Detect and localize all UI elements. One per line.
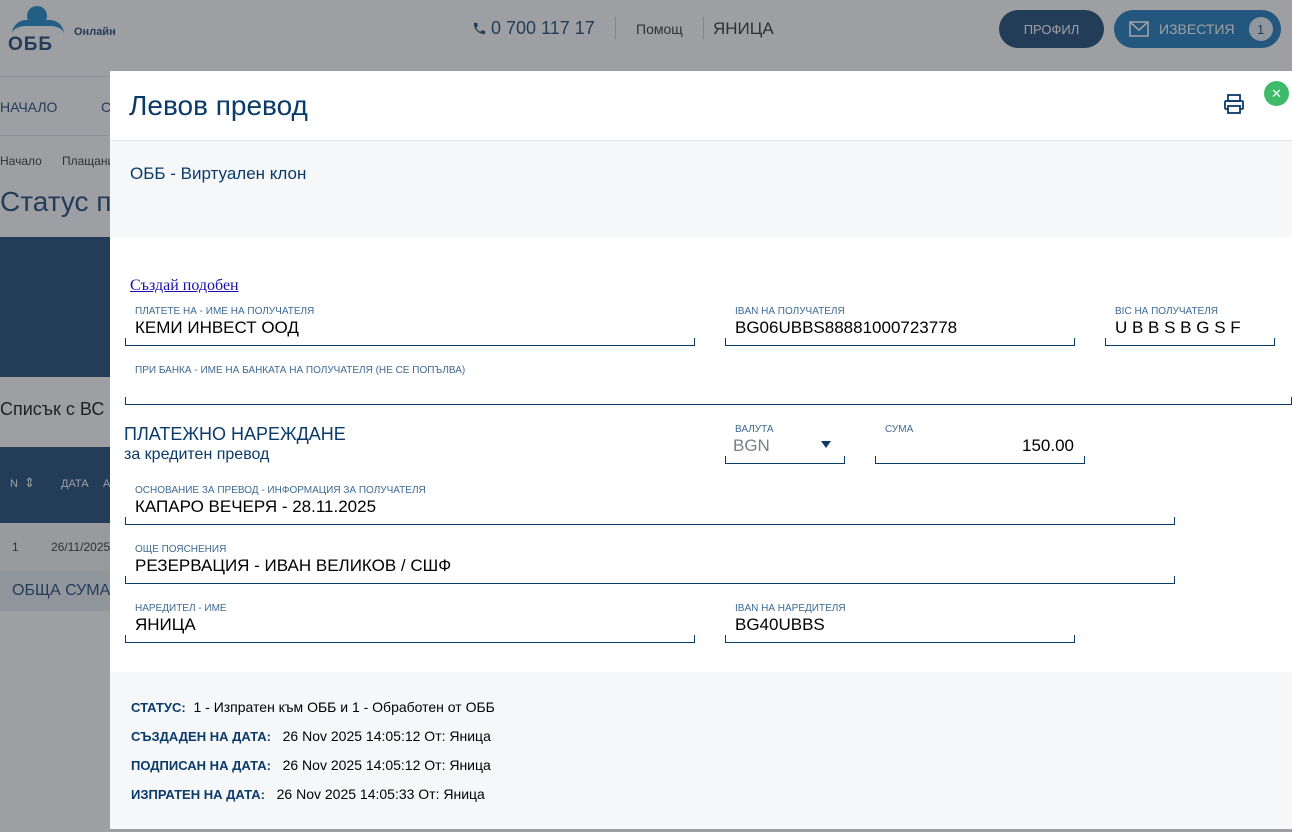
branch-name: ОББ - Виртуален клон [130, 164, 307, 183]
status-label: СТАТУС: [131, 700, 186, 715]
sent-label: ИЗПРАТЕН НА ДАТА: [131, 787, 265, 802]
field-value: ЯНИЦА [135, 615, 196, 634]
field-label: IBAN НА ПОЛУЧАТЕЛЯ [735, 306, 845, 317]
field-label: ОСНОВАНИЕ ЗА ПРЕВОД - ИНФОРМАЦИЯ ЗА ПОЛУ… [135, 485, 426, 496]
modal-header: Левов превод ✕ [110, 71, 1292, 141]
orderer-iban-field[interactable]: IBAN НА НАРЕДИТЕЛЯ BG40UBBS [725, 603, 1075, 643]
status-line: СТАТУС: 1 - Изпратен към ОББ и 1 - Обраб… [131, 699, 495, 715]
order-title: ПЛАТЕЖНО НАРЕЖДАНЕ [124, 424, 346, 444]
field-value: РЕЗЕРВАЦИЯ - ИВАН ВЕЛИКОВ / СШФ [135, 556, 452, 575]
close-button[interactable]: ✕ [1264, 81, 1289, 106]
created-line: СЪЗДАДЕН НА ДАТА: 26 Nov 2025 14:05:12 О… [131, 728, 491, 744]
field-label: СУМА [885, 424, 914, 435]
created-label: СЪЗДАДЕН НА ДАТА: [131, 729, 271, 744]
transfer-reason-field[interactable]: ОСНОВАНИЕ ЗА ПРЕВОД - ИНФОРМАЦИЯ ЗА ПОЛУ… [125, 485, 1175, 525]
status-value: 1 - Изпратен към ОББ и 1 - Обработен от … [193, 699, 495, 715]
field-value: BGN [733, 436, 770, 455]
field-label: ВАЛУТА [735, 424, 774, 435]
amount-field[interactable]: СУМА 150.00 [875, 424, 1085, 464]
field-value: КЕМИ ИНВЕСТ ООД [135, 318, 299, 337]
create-similar-link[interactable]: Създай подобен [130, 277, 239, 295]
field-value: BG06UBBS88881000723778 [735, 318, 958, 337]
field-value: BG40UBBS [735, 615, 825, 634]
beneficiary-name-field[interactable]: ПЛАТЕТЕ НА - ИМЕ НА ПОЛУЧАТЕЛЯ КЕМИ ИНВЕ… [125, 306, 695, 346]
branch-band: ОББ - Виртуален клон [110, 141, 1292, 237]
field-label: BIC НА ПОЛУЧАТЕЛЯ [1115, 306, 1219, 317]
status-panel: СТАТУС: 1 - Изпратен към ОББ и 1 - Обраб… [110, 672, 1292, 829]
modal-title: Левов превод [129, 90, 308, 121]
field-label: IBAN НА НАРЕДИТЕЛЯ [735, 603, 846, 614]
orderer-name-field[interactable]: НАРЕДИТЕЛ - ИМЕ ЯНИЦА [125, 603, 695, 643]
beneficiary-bic-field[interactable]: BIC НА ПОЛУЧАТЕЛЯ U B B S B G S F [1105, 306, 1275, 346]
beneficiary-iban-field[interactable]: IBAN НА ПОЛУЧАТЕЛЯ BG06UBBS8888100072377… [725, 306, 1075, 346]
field-label: НАРЕДИТЕЛ - ИМЕ [135, 603, 227, 614]
close-icon: ✕ [1271, 85, 1282, 101]
transfer-details-modal: Левов превод ✕ ОББ - Виртуален клон Създ… [110, 71, 1292, 829]
printer-icon [1224, 94, 1244, 114]
field-label: ПЛАТЕТЕ НА - ИМЕ НА ПОЛУЧАТЕЛЯ [135, 306, 315, 317]
field-value: 150.00 [1022, 436, 1074, 455]
sent-value: 26 Nov 2025 14:05:33 От: Яница [276, 786, 485, 802]
field-value: U B B S B G S F [1115, 318, 1241, 337]
currency-select[interactable]: ВАЛУТА BGN [725, 424, 845, 464]
field-label: ПРИ БАНКА - ИМЕ НА БАНКАТА НА ПОЛУЧАТЕЛЯ… [135, 365, 466, 376]
sent-line: ИЗПРАТЕН НА ДАТА: 26 Nov 2025 14:05:33 О… [131, 786, 485, 802]
print-button[interactable] [1223, 93, 1245, 115]
chevron-down-icon [821, 441, 831, 448]
signed-value: 26 Nov 2025 14:05:12 От: Яница [282, 757, 491, 773]
signed-label: ПОДПИСАН НА ДАТА: [131, 758, 271, 773]
order-subtitle: за кредитен превод [124, 446, 270, 463]
field-value: КАПАРО ВЕЧЕРЯ - 28.11.2025 [135, 497, 377, 516]
additional-details-field[interactable]: ОЩЕ ПОЯСНЕНИЯ РЕЗЕРВАЦИЯ - ИВАН ВЕЛИКОВ … [125, 544, 1175, 584]
created-value: 26 Nov 2025 14:05:12 От: Яница [282, 728, 491, 744]
field-label: ОЩЕ ПОЯСНЕНИЯ [135, 544, 227, 555]
signed-line: ПОДПИСАН НА ДАТА: 26 Nov 2025 14:05:12 О… [131, 757, 491, 773]
beneficiary-bank-field[interactable]: ПРИ БАНКА - ИМЕ НА БАНКАТА НА ПОЛУЧАТЕЛЯ… [125, 365, 1292, 405]
